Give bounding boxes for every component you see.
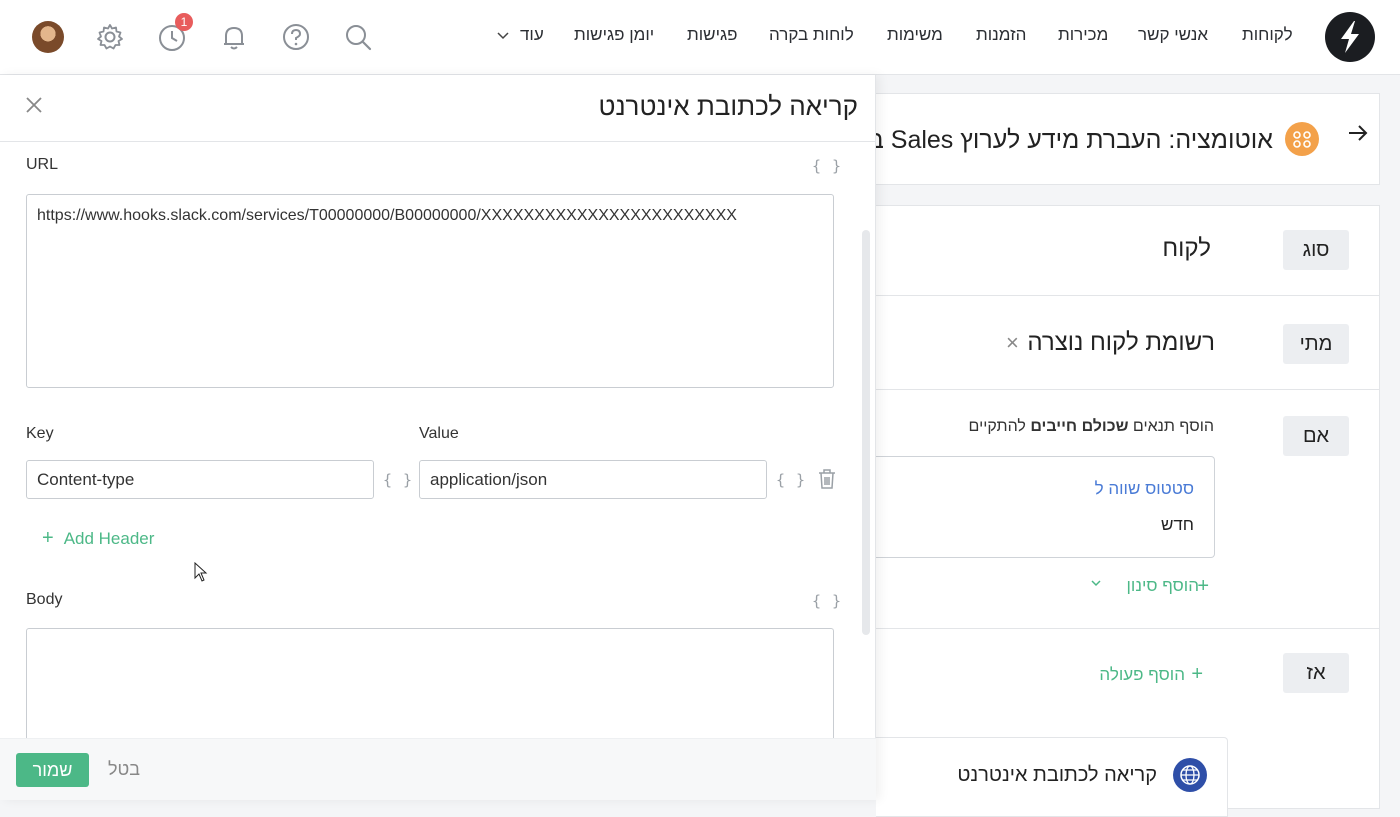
nav-item-meetings[interactable]: פגישות [687, 25, 738, 45]
automation-icon [1285, 122, 1319, 156]
nav-item-customers[interactable]: לקוחות [1242, 25, 1293, 45]
automation-page: אוטומציה: העברת מידע לערוץ Sales ב סוג ל… [876, 75, 1400, 817]
nav-item-tasks[interactable]: משימות [887, 25, 943, 45]
close-icon[interactable] [24, 91, 44, 122]
mouse-cursor-icon [194, 562, 208, 582]
nav-item-sales[interactable]: מכירות [1058, 25, 1108, 45]
condition-instructions: הוסף תנאים שכולם חייבים להתקיים [968, 418, 1214, 435]
header-key-input[interactable] [26, 460, 374, 499]
value-label: Value [419, 425, 459, 442]
if-label: אם [1283, 416, 1349, 456]
automation-rules-card: סוג לקוח מתי רשומת לקוח נוצרה × אם הוסף … [876, 205, 1380, 629]
header-value-input[interactable] [419, 460, 767, 499]
add-header-button[interactable]: + Add Header [42, 527, 154, 550]
condition-field-link[interactable]: סטטוס שווה ל [1095, 479, 1194, 499]
body-label: Body [26, 591, 63, 608]
value-variable-icon[interactable]: { } [776, 471, 806, 489]
chevron-down-icon[interactable] [496, 27, 510, 47]
globe-icon [1173, 758, 1207, 792]
plus-icon[interactable]: + [1191, 663, 1203, 686]
add-filter-button[interactable]: הוסף סינון [1127, 576, 1200, 596]
plus-icon[interactable]: + [1197, 575, 1209, 598]
body-input[interactable] [26, 628, 834, 748]
row-if: אם הוסף תנאים שכולם חייבים להתקיים סטטוס… [876, 390, 1379, 628]
drawer-scrollbar[interactable] [862, 230, 870, 635]
gear-icon[interactable] [93, 20, 127, 54]
then-label: אז [1283, 653, 1349, 693]
url-input[interactable]: https://www.hooks.slack.com/services/T00… [26, 194, 834, 388]
top-navigation-bar: לקוחות אנשי קשר מכירות הזמנות משימות לוח… [0, 0, 1400, 75]
nav-item-contacts[interactable]: אנשי קשר [1138, 25, 1208, 45]
key-label: Key [26, 425, 54, 442]
condition-value: חדש [1160, 515, 1194, 534]
automation-header: אוטומציה: העברת מידע לערוץ Sales ב [876, 93, 1380, 185]
drawer-header: קריאה לכתובת אינטרנט [0, 75, 876, 142]
trash-icon[interactable] [817, 468, 837, 490]
automation-title: אוטומציה: העברת מידע לערוץ Sales ב [876, 126, 1273, 154]
row-type: סוג לקוח [876, 206, 1379, 296]
chevron-down-icon[interactable] [1090, 574, 1102, 594]
add-action-button[interactable]: הוסף פעולה [1099, 665, 1185, 685]
search-icon[interactable] [341, 20, 375, 54]
drawer-footer: שמור בטל [0, 738, 876, 800]
nav-item-more[interactable]: עוד [520, 25, 544, 45]
notification-badge: 1 [175, 13, 193, 31]
webhook-drawer: קריאה לכתובת אינטרנט URL { } https://www… [0, 75, 876, 800]
condition-box[interactable]: סטטוס שווה ל חדש [876, 456, 1215, 558]
type-label: סוג [1283, 230, 1349, 270]
bolt-logo-icon[interactable] [1325, 12, 1375, 62]
bell-icon[interactable] [217, 20, 251, 54]
plus-icon: + [42, 527, 54, 549]
arrow-right-icon[interactable] [1347, 122, 1369, 151]
url-variable-icon[interactable]: { } [812, 157, 842, 175]
nav-item-dashboards[interactable]: לוחות בקרה [769, 25, 854, 45]
save-button[interactable]: שמור [16, 753, 89, 787]
when-value[interactable]: רשומת לקוח נוצרה [1027, 329, 1215, 357]
close-icon[interactable]: × [1006, 330, 1019, 356]
avatar[interactable] [32, 21, 64, 53]
body-variable-icon[interactable]: { } [812, 592, 842, 610]
nav-item-meeting-calendar[interactable]: יומן פגישות [574, 25, 654, 45]
key-variable-icon[interactable]: { } [383, 471, 413, 489]
cancel-button[interactable]: בטל [108, 759, 140, 780]
action-card[interactable]: קריאה לכתובת אינטרנט [876, 737, 1228, 817]
type-value[interactable]: לקוח [1162, 235, 1211, 263]
action-title: קריאה לכתובת אינטרנט [957, 764, 1157, 786]
row-when: מתי רשומת לקוח נוצרה × [876, 296, 1379, 390]
url-label: URL [26, 156, 59, 173]
nav-item-orders[interactable]: הזמנות [976, 25, 1026, 45]
drawer-title: קריאה לכתובת אינטרנט [598, 91, 858, 121]
help-icon[interactable] [279, 20, 313, 54]
when-label: מתי [1283, 324, 1349, 364]
